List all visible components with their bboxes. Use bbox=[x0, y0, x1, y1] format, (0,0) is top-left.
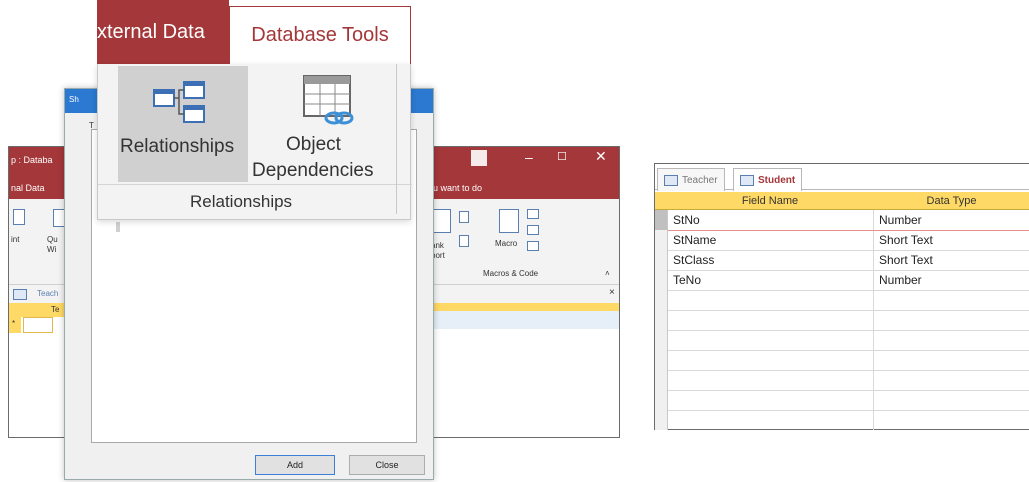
row-selector[interactable] bbox=[655, 230, 668, 250]
table-icon bbox=[13, 289, 27, 300]
group-label: Relationships bbox=[190, 192, 293, 211]
current-row-icon: * bbox=[12, 319, 16, 328]
table-row[interactable] bbox=[655, 390, 1029, 411]
maximize-icon[interactable]: ☐ bbox=[557, 150, 567, 163]
macro-label: Macro bbox=[495, 239, 518, 248]
column-header: Te bbox=[51, 305, 60, 314]
row-selector[interactable] bbox=[655, 350, 668, 370]
table-row[interactable]: TeNo Number bbox=[655, 270, 1029, 291]
row-selector[interactable] bbox=[655, 270, 668, 290]
minimize-icon[interactable]: – bbox=[525, 149, 533, 165]
data-type-cell[interactable]: Number bbox=[875, 270, 922, 290]
row-selector[interactable] bbox=[655, 330, 668, 350]
data-type-cell[interactable]: Short Text bbox=[875, 250, 933, 270]
row-selector[interactable] bbox=[655, 370, 668, 390]
close-icon[interactable]: ✕ bbox=[595, 148, 607, 165]
class-module-icon[interactable] bbox=[527, 225, 539, 235]
row-selector[interactable] bbox=[655, 310, 668, 330]
row-selector[interactable] bbox=[655, 210, 668, 230]
report-wizard-icon[interactable] bbox=[459, 211, 469, 223]
data-type-header: Data Type bbox=[926, 195, 977, 207]
labels-icon[interactable] bbox=[459, 235, 469, 247]
row-selector[interactable] bbox=[655, 250, 668, 270]
ribbon-label: Qu bbox=[47, 235, 58, 244]
table-row[interactable] bbox=[655, 330, 1029, 351]
design-grid-header: Field Name Data Type bbox=[655, 192, 1029, 210]
import-icon[interactable] bbox=[13, 209, 25, 225]
table-row[interactable]: StName Short Text bbox=[655, 230, 1029, 251]
close-button[interactable]: Close bbox=[349, 455, 425, 475]
table-row[interactable]: StNo Number bbox=[655, 210, 1029, 231]
new-record-cell[interactable] bbox=[23, 317, 53, 333]
blank-report-icon[interactable] bbox=[433, 209, 451, 233]
table-row[interactable] bbox=[655, 350, 1029, 371]
table-icon bbox=[740, 174, 754, 186]
group-separator bbox=[396, 64, 397, 214]
field-name-header: Field Name bbox=[741, 195, 799, 207]
user-icon[interactable] bbox=[471, 150, 487, 166]
add-button[interactable]: Add bbox=[255, 455, 335, 475]
row-selector[interactable] bbox=[655, 290, 668, 310]
table-row[interactable] bbox=[655, 410, 1029, 430]
data-type-cell[interactable]: Number bbox=[875, 210, 922, 230]
field-name-cell[interactable]: StName bbox=[669, 230, 716, 250]
visual-basic-icon[interactable] bbox=[527, 241, 539, 251]
ribbon-label: int bbox=[11, 235, 20, 244]
relationships-icon bbox=[153, 81, 205, 123]
zoomed-ribbon-tabs: xternal Data Database Tools bbox=[97, 0, 411, 64]
group-label: Macros & Code bbox=[483, 269, 539, 278]
object-label: Object bbox=[286, 134, 341, 155]
row-selector[interactable] bbox=[655, 410, 668, 430]
table-row[interactable] bbox=[655, 310, 1029, 331]
table-design-view: Teacher Student Field Name Data Type StN… bbox=[654, 163, 1029, 430]
module-icon[interactable] bbox=[527, 209, 539, 219]
group-divider bbox=[98, 184, 412, 185]
tab-teacher[interactable]: Teacher bbox=[657, 168, 725, 191]
tab-label: Teacher bbox=[682, 174, 718, 186]
data-type-cell[interactable]: Short Text bbox=[875, 230, 933, 250]
list-cursor bbox=[116, 222, 120, 232]
row-selector[interactable] bbox=[655, 390, 668, 410]
relationships-label: Relationships bbox=[120, 136, 235, 157]
macro-icon[interactable] bbox=[499, 209, 519, 233]
collapse-ribbon-icon[interactable]: ˄ bbox=[605, 269, 610, 278]
tell-me-box[interactable]: u want to do bbox=[433, 183, 482, 193]
tab-label: Student bbox=[758, 174, 796, 186]
object-dependencies-button[interactable]: Object Dependencies bbox=[252, 66, 398, 182]
tab-external-data[interactable]: xternal Data bbox=[97, 0, 229, 64]
dependencies-label: Dependencies bbox=[252, 160, 374, 181]
tab-external-data[interactable]: nal Data bbox=[11, 183, 45, 193]
zoomed-ribbon-panel: Relationships Object Dependencies Relati… bbox=[97, 64, 412, 220]
table-icon bbox=[664, 174, 678, 186]
object-dependencies-icon bbox=[303, 75, 354, 125]
relationships-button[interactable]: Relationships bbox=[118, 66, 248, 182]
table-row[interactable] bbox=[655, 290, 1029, 311]
dialog-title: Sh bbox=[69, 95, 79, 104]
field-name-cell[interactable]: StNo bbox=[669, 210, 700, 230]
tab-teacher[interactable]: Teach bbox=[37, 289, 58, 298]
selected-cell[interactable] bbox=[433, 311, 619, 329]
window-title: p : Databa bbox=[11, 155, 53, 165]
table-row[interactable] bbox=[655, 370, 1029, 391]
tab-student[interactable]: Student bbox=[733, 168, 803, 191]
close-object-icon[interactable]: × bbox=[609, 287, 615, 298]
table-row[interactable]: StClass Short Text bbox=[655, 250, 1029, 271]
field-name-cell[interactable]: TeNo bbox=[669, 270, 701, 290]
ribbon-label: Wi bbox=[47, 245, 57, 254]
field-name-cell[interactable]: StClass bbox=[669, 250, 714, 270]
object-tabs: Teacher Student bbox=[655, 164, 1029, 191]
tab-database-tools[interactable]: Database Tools bbox=[229, 6, 411, 64]
row-selector[interactable]: * bbox=[9, 317, 21, 333]
